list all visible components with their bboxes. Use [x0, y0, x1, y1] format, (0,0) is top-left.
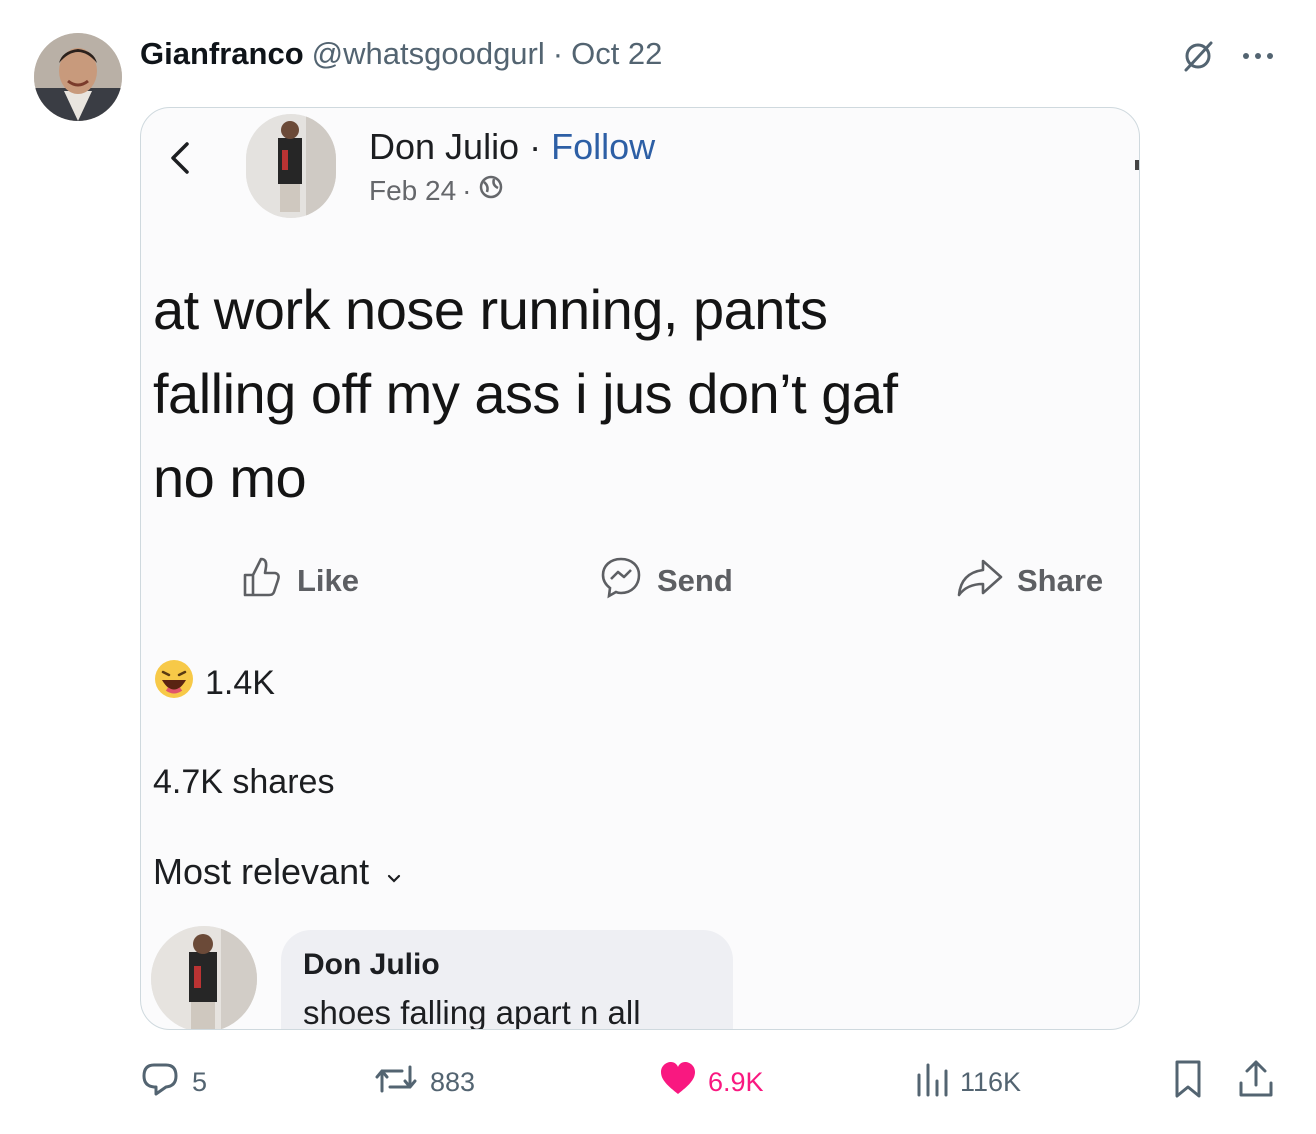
post-like-button: Like [237, 553, 359, 609]
follow-separator: · [529, 126, 542, 167]
share-count: 4.7K shares [153, 763, 335, 801]
post-send-label: Send [657, 563, 733, 598]
post-share-button: Share [953, 553, 1103, 609]
follow-link: Follow [551, 126, 656, 167]
post-text-line: no mo [153, 446, 307, 509]
post-author-name: Don Julio [369, 126, 520, 167]
grok-icon[interactable] [1178, 36, 1218, 76]
tweet-header: Gianfranco @whatsgoodgurl · Oct 22 [140, 34, 662, 74]
post-text-line: falling off my ass i jus don’t gaf [153, 362, 898, 425]
views-icon [914, 1059, 950, 1106]
retweet-icon [372, 1057, 420, 1108]
reaction-count: 1.4K [205, 664, 275, 702]
reply-button[interactable]: 5 [138, 1058, 207, 1106]
comment-author: Don Julio [303, 948, 440, 981]
comment-avatar [151, 926, 257, 1029]
retweet-count: 883 [430, 1066, 476, 1097]
tweet: Gianfranco @whatsgoodgurl · Oct 22 Don J… [0, 0, 1316, 1134]
chevron-down-icon [387, 851, 401, 893]
like-count: 6.9K [708, 1066, 764, 1097]
post-date-separator: · [462, 174, 472, 206]
thumbs-up-icon [237, 553, 285, 609]
haha-emoji-icon [153, 658, 195, 709]
post-text: at work nose running, pants falling off … [153, 268, 1133, 520]
tweet-date[interactable]: Oct 22 [571, 36, 662, 72]
post-text-line: at work nose running, pants [153, 278, 828, 341]
more-icon[interactable] [1238, 36, 1278, 76]
reply-count: 5 [192, 1066, 208, 1097]
comment-text: shoes falling apart n all [303, 994, 641, 1030]
post-date-row: Feb 24 · [369, 174, 504, 207]
header-separator: · [552, 36, 564, 71]
post-date: Feb 24 [369, 174, 457, 206]
heart-icon [658, 1059, 698, 1106]
author-avatar[interactable] [34, 33, 122, 121]
share-icon [1236, 1057, 1276, 1108]
views-count: 116K [960, 1066, 1022, 1097]
embedded-screenshot[interactable]: Don Julio · Follow Feb 24 · at work nose… [140, 107, 1140, 1030]
messenger-icon [597, 553, 645, 609]
post-like-label: Like [297, 563, 360, 598]
globe-icon [478, 174, 504, 207]
reaction-summary: 1.4K [153, 658, 275, 709]
share-arrow-icon [953, 553, 1005, 609]
retweet-button[interactable]: 883 [372, 1058, 475, 1106]
author-handle[interactable]: @whatsgoodgurl [312, 36, 545, 72]
post-author-row: Don Julio · Follow [369, 126, 655, 168]
comment-sort: Most relevant [153, 851, 401, 893]
post-share-label: Share [1017, 563, 1104, 598]
like-button[interactable]: 6.9K [658, 1058, 764, 1106]
reply-icon [138, 1057, 182, 1108]
scroll-mark [1135, 160, 1139, 170]
comment-sort-label: Most relevant [153, 851, 370, 892]
post-send-button: Send [597, 553, 733, 609]
bookmark-icon [1170, 1057, 1206, 1108]
post-action-bar: Like Send Share [141, 553, 1139, 613]
tweet-action-bar: 5 883 6.9K 116K [0, 1058, 1316, 1106]
bookmark-button[interactable] [1170, 1058, 1206, 1106]
share-button[interactable] [1236, 1058, 1276, 1106]
author-name[interactable]: Gianfranco [140, 36, 304, 72]
back-chevron-icon [161, 138, 201, 178]
post-author-avatar [246, 114, 336, 218]
views-button[interactable]: 116K [914, 1058, 1021, 1106]
